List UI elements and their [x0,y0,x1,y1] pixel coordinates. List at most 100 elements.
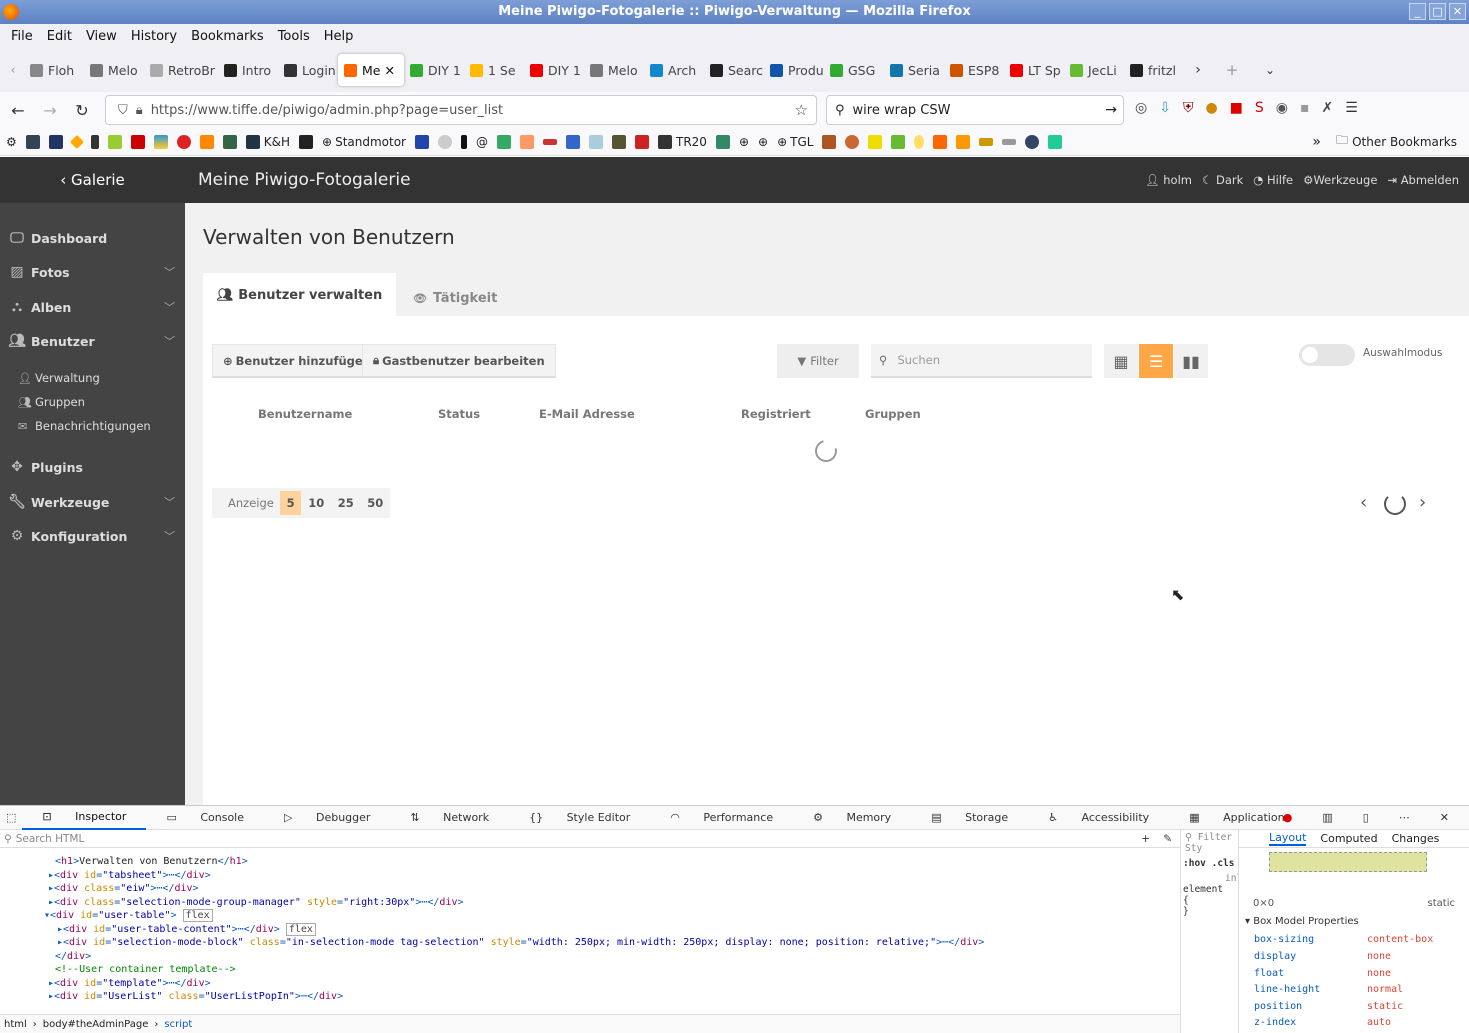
close-window-button[interactable]: ✕ [1449,3,1466,20]
bookmark-icon[interactable] [69,134,84,149]
column-header-email[interactable]: E-Mail Adresse [539,407,635,421]
sidebar-item-konfiguration[interactable]: ⚙ Konfiguration ﹀ [0,521,185,551]
bookmark-icon[interactable] [1048,134,1063,149]
bookmark-icon[interactable] [979,137,994,146]
bookmark-icon[interactable] [130,134,145,149]
error-badge-icon[interactable]: ● [1273,811,1303,824]
bookmark-icon[interactable] [566,134,580,149]
column-header-username[interactable]: Benutzername [258,407,352,421]
menu-help[interactable]: Help [317,29,361,44]
bookmark-icon[interactable] [461,134,467,149]
bookmark-icon[interactable] [845,134,860,149]
property-value[interactable]: static [1367,1001,1403,1012]
column-header-registered[interactable]: Registriert [741,407,811,421]
bookmark-icon[interactable] [199,134,214,149]
tab-layout[interactable]: Layout [1269,831,1307,846]
edit-guest-button[interactable]: 🔒︎ Gastbenutzer bearbeiten [362,344,556,378]
menu-file[interactable]: File [4,29,40,44]
other-bookmarks[interactable]: 🗀︎ Other Bookmarks [1336,131,1457,152]
property-value[interactable]: content-box [1367,934,1433,945]
bookmark-icon[interactable] [90,134,99,149]
bookmark-icon[interactable] [868,134,883,149]
devtools-tab-performance[interactable]: ◠ Performance [650,811,793,824]
menu-history[interactable]: History [124,29,184,44]
code-line[interactable]: <!--User container template--> [55,964,236,975]
code-line[interactable]: </div> [55,951,91,962]
bookmark-icon[interactable] [497,134,511,149]
browser-tab[interactable]: ESP8 [944,54,1004,86]
hamburger-menu-icon[interactable]: ☰ [1345,100,1358,116]
sidebar-sub-gruppen[interactable]: 👥︎ Gruppen [18,395,85,409]
devtools-tab-console[interactable]: ▭ Console [146,811,264,824]
bookmark-icon[interactable] [956,134,971,149]
extension-gray-icon[interactable]: ▪ [1300,100,1310,116]
browser-tab[interactable]: Searc [704,54,764,86]
bookmark-icon[interactable] [822,134,837,149]
back-icon[interactable]: ← [2,101,34,120]
sidebar-item-fotos[interactable]: ▨ Fotos ﹀ [0,257,185,287]
sidebar-sub-benachrichtigungen[interactable]: ✉ Benachrichtigungen [18,419,151,433]
dock-icon[interactable]: ▯ [1353,811,1379,824]
bookmark-tgl[interactable]: ⊕ TGL [777,135,813,149]
user-link[interactable]: 👤︎ holm [1145,157,1192,203]
element-rule[interactable]: element{} [1181,884,1238,917]
bookmark-icon[interactable] [635,134,649,149]
bookmark-icon[interactable] [933,134,948,149]
filter-styles-input[interactable]: ⚲ Filter Sty [1181,830,1238,856]
bookmark-icon[interactable] [715,134,730,149]
browser-tab[interactable]: RetroBr [144,54,218,86]
bookmark-icon[interactable] [176,134,191,149]
devtools-tab-storage[interactable]: ▤ Storage [911,811,1028,824]
code-line[interactable]: ▸<div id="selection-mode-block" class="i… [57,937,984,948]
close-tab-icon[interactable]: ✕ [384,63,394,78]
devtools-tab-network[interactable]: ⇅ Network [390,811,509,824]
sidebar-item-alben[interactable]: ⛬ Alben ﹀ [0,292,185,322]
tabs-scroll-left-icon[interactable]: ‹ [2,63,24,77]
add-user-button[interactable]: ⊕ Benutzer hinzufügen [212,344,382,378]
breadcrumb-item[interactable]: script [164,1019,192,1030]
property-value[interactable]: auto [1367,1017,1391,1028]
bookmark-icon[interactable] [543,138,557,145]
property-value[interactable]: normal [1367,984,1403,995]
globe-icon[interactable]: ⊕ [739,135,749,149]
dark-link[interactable]: ☾ Dark [1202,157,1243,203]
browser-tab[interactable]: DIY 1 [524,54,584,86]
bookmark-icon[interactable] [1025,134,1040,149]
eyedropper-icon[interactable]: ✎ [1163,833,1172,845]
bookmark-icon[interactable] [589,134,603,149]
page-size-25[interactable]: 25 [331,491,361,515]
page-size-50[interactable]: 50 [360,491,390,515]
bookmark-tr20[interactable]: TR20 [658,134,707,149]
bookmark-icon[interactable] [107,134,122,149]
search-bar[interactable]: ⚲ wire wrap CSW → [826,95,1124,125]
browser-tab[interactable]: Produ [764,54,824,86]
prev-page-icon[interactable]: ‹ [1360,492,1367,513]
reload-icon[interactable]: ↻ [66,101,98,120]
devtools-tab-inspector[interactable]: ⊡ Inspector [22,806,147,830]
filter-button[interactable]: ▼ Filter [777,344,859,378]
selection-mode-toggle[interactable] [1299,344,1355,366]
compact-view-button[interactable]: ▮▮ [1174,344,1208,378]
pseudo-class-toggle[interactable]: :hov .cls [1181,856,1238,871]
bookmark-icon[interactable] [612,134,626,149]
breadcrumb-item[interactable]: body#theAdminPage [43,1019,149,1030]
forward-icon[interactable]: → [34,101,66,120]
browser-tab[interactable]: fritzl [1124,54,1184,86]
search-go-icon[interactable]: → [1105,102,1117,118]
extension-monkey-icon[interactable]: ● [1205,100,1217,116]
code-line[interactable]: <h1>Verwalten von Benutzern</h1> [55,856,248,867]
url-bar[interactable]: ⛉ 🔒︎ https://www.tiffe.de/piwigo/admin.p… [105,95,817,125]
tab-benutzer-verwalten[interactable]: 👥︎ Benutzer verwalten [203,273,396,317]
browser-tab[interactable]: Login [278,54,338,86]
sidebar-item-dashboard[interactable]: 🖵︎ Dashboard [0,223,185,253]
menu-bookmarks[interactable]: Bookmarks [184,29,271,44]
minimize-button[interactable]: _ [1409,3,1426,20]
property-value[interactable]: none [1367,951,1391,962]
bookmark-icon[interactable] [153,134,168,149]
bookmark-icon[interactable]: @ [476,135,488,149]
menu-edit[interactable]: Edit [40,29,79,44]
more-options-icon[interactable]: ⋯ [1389,811,1420,824]
bookmark-standmotor[interactable]: ⊕ Standmotor [322,135,406,149]
site-info-icon[interactable]: ⛉ [118,103,128,118]
sidebar-sub-verwaltung[interactable]: 👤︎ Verwaltung [18,371,100,385]
